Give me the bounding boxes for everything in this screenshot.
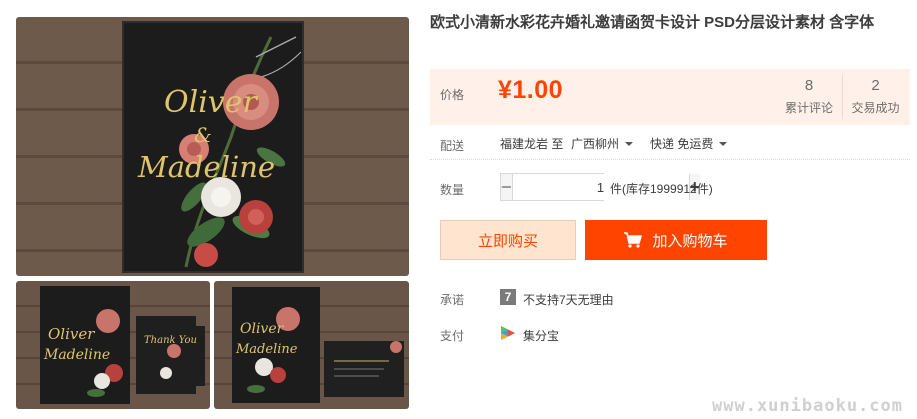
thumb1-script-name-2: Madeline <box>43 347 110 363</box>
shipping-row: 配送 福建龙岩 至 广西柳州 快递 免运费 <box>430 130 910 160</box>
invitation-card-illustration: Oliver & Madeline <box>122 21 304 273</box>
quantity-label: 数量 <box>440 183 465 197</box>
quantity-row: 数量 − + 件(库存1999912件) <box>430 172 910 202</box>
shipping-destination-select[interactable]: 广西柳州 <box>571 135 634 152</box>
promise-row: 承诺 7 不支持7天无理由 <box>430 287 910 311</box>
deals-count: 2 <box>871 77 880 94</box>
payment-label: 支付 <box>440 329 465 343</box>
thumb1-thank-you: Thank You <box>144 335 197 346</box>
shipping-method-value: 快递 免运费 <box>650 137 714 151</box>
card-ampersand: & <box>194 123 212 147</box>
buy-now-label: 立即购买 <box>477 232 538 250</box>
quantity-stepper: − + <box>500 173 701 201</box>
shipping-from: 福建龙岩 至 <box>500 137 564 151</box>
reviews-count: 8 <box>804 77 814 94</box>
thumbnail-1[interactable]: Oliver Madeline Thank You <box>16 281 210 409</box>
reviews-stat[interactable]: 8 累计评论 <box>776 77 842 116</box>
shipping-label: 配送 <box>440 139 465 153</box>
thumbnail-2[interactable]: Oliver Madeline <box>214 281 409 409</box>
thumb2-script-name-2: Madeline <box>235 342 298 357</box>
thumbnail-2-illustration: Oliver Madeline <box>232 287 404 403</box>
cart-icon <box>624 232 643 248</box>
chevron-down-icon <box>625 142 634 146</box>
price-panel: 价格 ¥1.00 8 累计评论 2 交易成功 <box>430 69 910 125</box>
add-to-cart-button[interactable]: 加入购物车 <box>585 220 767 260</box>
price-value: ¥1.00 <box>498 76 564 104</box>
main-product-image[interactable]: Oliver & Madeline <box>16 17 409 276</box>
add-to-cart-label: 加入购物车 <box>652 232 728 250</box>
payment-method-text[interactable]: 集分宝 <box>523 327 559 344</box>
reviews-label: 累计评论 <box>784 101 833 115</box>
promise-text[interactable]: 不支持7天无理由 <box>523 291 614 308</box>
product-title: 欧式小清新水彩花卉婚礼邀请函贺卡设计 PSD分层设计素材 含字体 <box>430 14 875 31</box>
promise-label: 承诺 <box>440 293 465 307</box>
card-script-name-1: Oliver <box>164 85 258 120</box>
shipping-method-select[interactable]: 快递 免运费 <box>650 135 728 152</box>
thumb1-script-name-1: Oliver <box>48 325 95 343</box>
chevron-down-icon <box>719 142 728 146</box>
thumb2-script-name-1: Oliver <box>240 321 285 337</box>
site-watermark: www.xunibaoku.com <box>712 396 903 416</box>
thumbnail-1-illustration: Oliver Madeline Thank You <box>40 286 205 404</box>
deals-stat: 2 交易成功 <box>842 75 908 119</box>
stock-text: 件(库存1999912件) <box>610 182 713 196</box>
deals-label: 交易成功 <box>851 101 900 115</box>
card-script-name-2: Madeline <box>137 150 275 184</box>
decrease-button[interactable]: − <box>501 174 512 200</box>
shipping-destination-value: 广西柳州 <box>571 137 620 151</box>
seven-day-icon: 7 <box>500 289 516 305</box>
price-label: 价格 <box>440 88 465 102</box>
payment-row: 支付 集分宝 <box>430 323 910 347</box>
buy-now-button[interactable]: 立即购买 <box>440 220 576 260</box>
points-pay-icon <box>501 326 515 340</box>
